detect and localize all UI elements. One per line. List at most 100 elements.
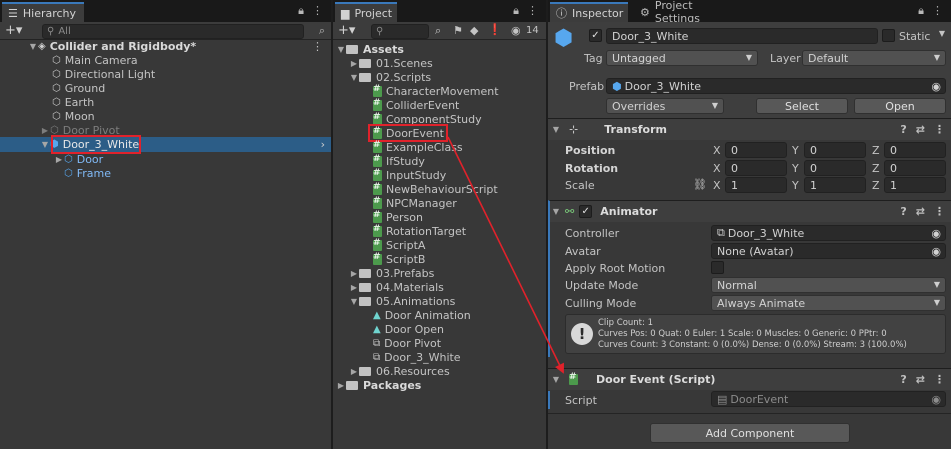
expand-arrow-icon[interactable]: ▼ <box>349 73 359 82</box>
search-mode-icon[interactable]: ⌕ <box>319 24 325 38</box>
collapsed-arrow-icon[interactable]: ▶ <box>349 283 359 292</box>
rotation-x-field[interactable]: 0 <box>725 160 787 176</box>
object-picker-icon[interactable]: ◉ <box>931 245 941 258</box>
hierarchy-item-door-3-white[interactable]: ▼ ⬢ Door_3_White › <box>0 137 331 152</box>
prefab-field[interactable]: ⬢ Door_3_White ◉ <box>606 78 946 94</box>
static-dropdown-icon[interactable]: ▼ <box>939 29 945 38</box>
lock-icon[interactable]: 🔒︎ <box>918 4 924 18</box>
collapsed-arrow-icon[interactable]: ▶ <box>349 269 359 278</box>
folder-packages[interactable]: ▶ Packages <box>333 378 546 392</box>
filter-by-label-icon[interactable]: ⚑ <box>453 24 463 37</box>
script-item[interactable]: ExampleClass <box>333 140 546 154</box>
collapsed-arrow-icon[interactable]: ▶ <box>349 59 359 68</box>
rotation-y-field[interactable]: 0 <box>804 160 866 176</box>
object-picker-icon[interactable]: ◉ <box>931 227 941 240</box>
scene-row[interactable]: ▼ ◈ Collider and Rigidbody* ⋮ <box>0 39 331 53</box>
active-checkbox[interactable]: ✓ <box>589 29 602 42</box>
hierarchy-item-ground[interactable]: ⬡ Ground <box>0 81 331 95</box>
more-menu-icon[interactable]: ⋮ <box>312 4 323 18</box>
context-menu-icon[interactable]: ⋮ <box>934 205 945 218</box>
add-component-button[interactable]: Add Component <box>650 423 850 443</box>
help-icon[interactable]: ? <box>900 205 906 218</box>
script-item[interactable]: ScriptA <box>333 238 546 252</box>
hierarchy-item-door-pivot[interactable]: ▶ ⬡ Door Pivot <box>0 123 331 137</box>
hierarchy-item-directional-light[interactable]: ⬡ Directional Light <box>0 67 331 81</box>
folder-05-animations[interactable]: ▼ 05.Animations <box>333 294 546 308</box>
script-item[interactable]: NPCManager <box>333 196 546 210</box>
prefab-select-button[interactable]: Select <box>756 98 848 114</box>
layer-dropdown[interactable]: Default ▼ <box>802 50 946 66</box>
script-item[interactable]: InputStudy <box>333 168 546 182</box>
context-menu-icon[interactable]: ⋮ <box>934 373 945 386</box>
expand-arrow-icon[interactable]: ▼ <box>336 45 346 54</box>
hierarchy-item-main-camera[interactable]: ⬡ Main Camera <box>0 53 331 67</box>
controller-field[interactable]: ⧉ Door_3_White ◉ <box>711 225 946 241</box>
culling-mode-dropdown[interactable]: Always Animate ▼ <box>711 295 946 311</box>
help-icon[interactable]: ? <box>900 373 906 386</box>
animation-item[interactable]: ▲ Door Animation <box>333 308 546 322</box>
tab-inspector[interactable]: ⓘ Inspector <box>550 2 628 22</box>
preset-icon[interactable]: ⇄ <box>916 205 925 218</box>
scale-x-field[interactable]: 1 <box>725 177 787 193</box>
animator-controller-item[interactable]: ⧉ Door_3_White <box>333 350 546 364</box>
object-name-field[interactable]: Door_3_White <box>606 28 878 44</box>
tab-hierarchy[interactable]: ☰ Hierarchy <box>2 2 84 22</box>
expand-arrow-icon[interactable]: ▼ <box>28 42 38 51</box>
hierarchy-search-input[interactable]: ⚲ All <box>42 24 304 39</box>
animation-item[interactable]: ▲ Door Open <box>333 322 546 336</box>
project-search-input[interactable]: ⚲ <box>371 24 429 39</box>
position-z-field[interactable]: 0 <box>884 142 946 158</box>
preset-icon[interactable]: ⇄ <box>916 123 925 136</box>
tab-project-settings[interactable]: ⚙ Project Settings <box>634 0 744 25</box>
script-item[interactable]: RotationTarget <box>333 224 546 238</box>
animator-header[interactable]: ▼ ⚯ ✓ Animator ? ⇄ ⋮ <box>548 200 951 222</box>
scene-menu-icon[interactable]: ⋮ <box>312 40 323 53</box>
warning-toggle-icon[interactable]: ❗ <box>488 23 502 36</box>
script-item[interactable]: ScriptB <box>333 252 546 266</box>
prefab-open-button[interactable]: Open <box>854 98 946 114</box>
collapsed-arrow-icon[interactable]: ▶ <box>336 381 346 390</box>
lock-icon[interactable]: 🔒︎ <box>298 4 304 18</box>
scale-y-field[interactable]: 1 <box>804 177 866 193</box>
help-icon[interactable]: ? <box>900 123 906 136</box>
tag-dropdown[interactable]: Untagged ▼ <box>606 50 758 66</box>
collapsed-arrow-icon[interactable]: ▶ <box>54 155 64 164</box>
hidden-packages-icon[interactable]: ◉ <box>511 24 521 37</box>
avatar-field[interactable]: None (Avatar) ◉ <box>711 243 946 259</box>
hierarchy-item-moon[interactable]: ⬡ Moon <box>0 109 331 123</box>
script-item[interactable]: Person <box>333 210 546 224</box>
collapsed-arrow-icon[interactable]: ▶ <box>349 367 359 376</box>
folder-assets[interactable]: ▼ Assets <box>333 42 546 56</box>
folder-06-resources[interactable]: ▶ 06.Resources <box>333 364 546 378</box>
folder-03-prefabs[interactable]: ▶ 03.Prefabs <box>333 266 546 280</box>
rotation-z-field[interactable]: 0 <box>884 160 946 176</box>
hierarchy-item-door[interactable]: ▶ ⬡ Door <box>0 152 331 166</box>
folder-02-scripts[interactable]: ▼ 02.Scripts <box>333 70 546 84</box>
update-mode-dropdown[interactable]: Normal ▼ <box>711 277 946 293</box>
tab-project[interactable]: ▆ Project <box>335 2 397 22</box>
preset-icon[interactable]: ⇄ <box>916 373 925 386</box>
door-event-header[interactable]: ▼ Door Event (Script) ?⇄⋮ <box>548 368 951 390</box>
create-dropdown-button[interactable]: +▾ <box>5 23 22 38</box>
expand-arrow-icon[interactable]: ▼ <box>551 375 561 384</box>
more-menu-icon[interactable]: ⋮ <box>527 4 538 18</box>
animator-controller-item[interactable]: ⧉ Door Pivot <box>333 336 546 350</box>
script-item[interactable]: CharacterMovement <box>333 84 546 98</box>
constrain-scale-icon[interactable]: ⛓ <box>693 178 707 191</box>
expand-arrow-icon[interactable]: ▼ <box>349 297 359 306</box>
more-menu-icon[interactable]: ⋮ <box>932 4 943 18</box>
collapsed-arrow-icon[interactable]: ▶ <box>40 126 50 135</box>
hierarchy-item-earth[interactable]: ⬡ Earth <box>0 95 331 109</box>
expand-arrow-icon[interactable]: ▼ <box>551 125 561 134</box>
object-picker-icon[interactable]: ◉ <box>931 80 941 93</box>
transform-header[interactable]: ▼ ⊹ Transform ? ⇄ ⋮ <box>548 118 951 140</box>
script-item[interactable]: ColliderEvent <box>333 98 546 112</box>
folder-04-materials[interactable]: ▶ 04.Materials <box>333 280 546 294</box>
folder-01-scenes[interactable]: ▶ 01.Scenes <box>333 56 546 70</box>
animator-enabled-checkbox[interactable]: ✓ <box>579 205 593 218</box>
chevron-right-icon[interactable]: › <box>321 138 325 151</box>
hierarchy-item-frame[interactable]: ⬡ Frame <box>0 166 331 180</box>
script-item[interactable]: IfStudy <box>333 154 546 168</box>
search-by-type-icon[interactable]: ⌕ <box>435 24 441 38</box>
overrides-dropdown[interactable]: Overrides ▼ <box>606 98 724 114</box>
